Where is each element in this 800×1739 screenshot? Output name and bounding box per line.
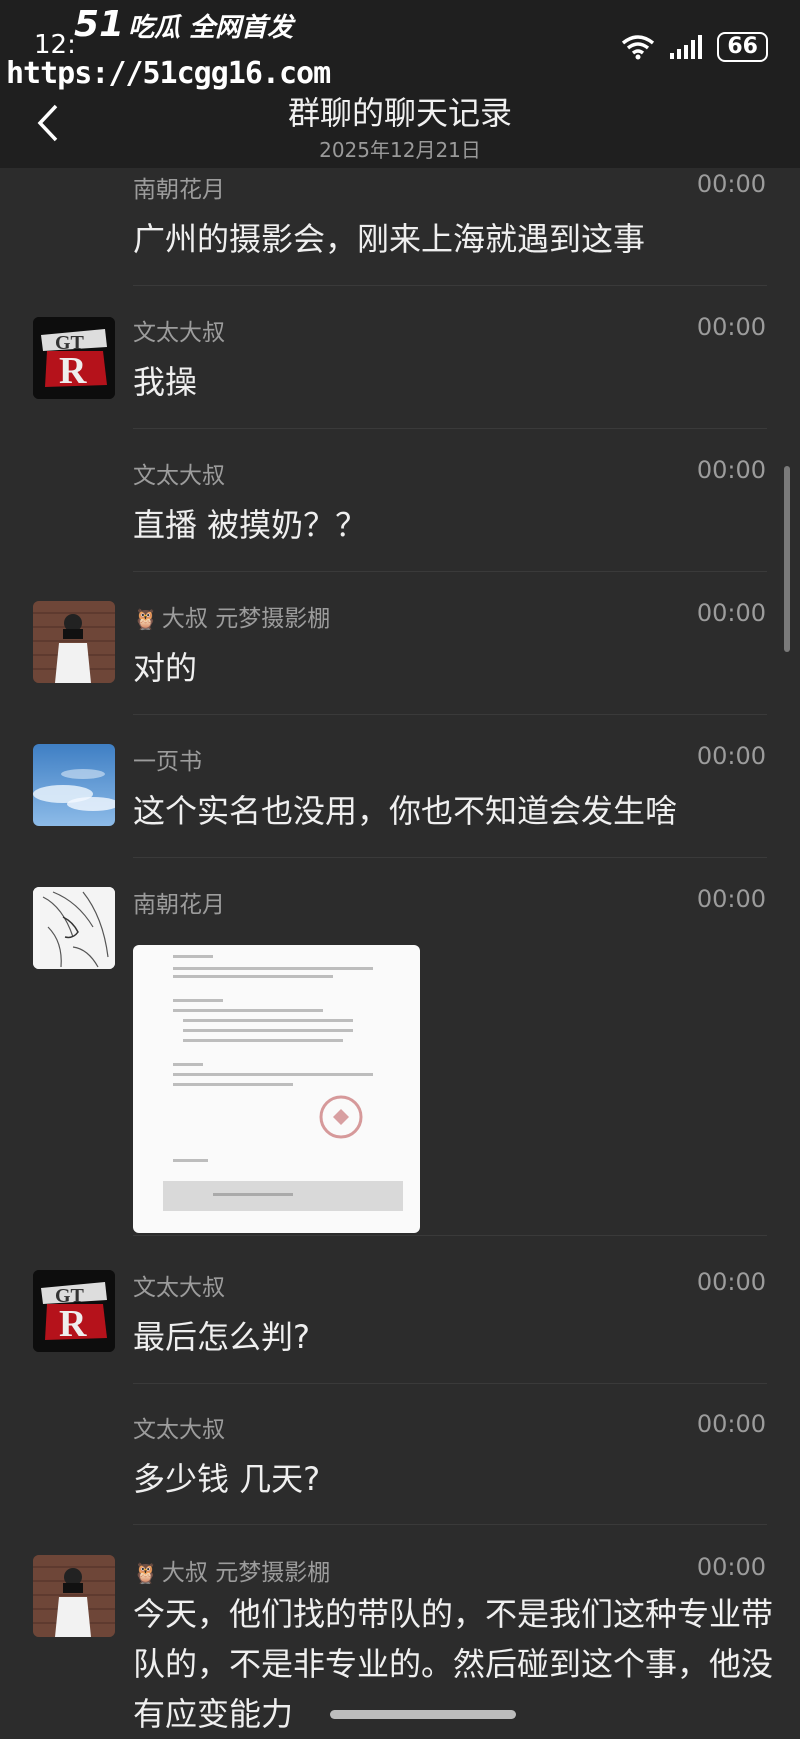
message-sender: 🦉 大叔 元梦摄影棚 bbox=[133, 606, 331, 632]
divider bbox=[133, 428, 767, 429]
message-item: 南朝花月 00:00 广州的摄影会，刚来上海就遇到这事 bbox=[0, 170, 800, 286]
page-title: 群聊的聊天记录 bbox=[287, 94, 512, 132]
message-text[interactable]: 这个实名也没用，你也不知道会发生啥 bbox=[133, 786, 677, 832]
message-sender: 南朝花月 bbox=[133, 892, 225, 918]
divider bbox=[133, 1383, 767, 1384]
avatar[interactable] bbox=[33, 1555, 115, 1637]
divider bbox=[133, 1235, 767, 1236]
svg-text:R: R bbox=[59, 350, 87, 392]
svg-text:R: R bbox=[59, 1303, 87, 1345]
message-time: 00:00 bbox=[696, 742, 766, 770]
message-sender: 南朝花月 bbox=[133, 177, 225, 203]
image-message[interactable] bbox=[133, 945, 420, 1233]
message-item: 文太大叔 00:00 直播 被摸奶？？ bbox=[0, 456, 800, 572]
battery-indicator: 66 bbox=[717, 32, 768, 62]
scrollbar[interactable] bbox=[784, 466, 790, 652]
message-item: 🦉 大叔 元梦摄影棚 00:00 对的 bbox=[0, 599, 800, 715]
avatar[interactable] bbox=[33, 601, 115, 683]
message-sender: 文太大叔 bbox=[133, 320, 225, 346]
message-text[interactable]: 直播 被摸奶？？ bbox=[133, 500, 367, 546]
divider bbox=[133, 571, 767, 572]
message-sender: 文太大叔 bbox=[133, 1417, 225, 1443]
message-sender: 文太大叔 bbox=[133, 463, 225, 489]
message-text[interactable]: 最后怎么判? bbox=[133, 1312, 310, 1358]
message-sender: 一页书 bbox=[133, 749, 202, 775]
avatar[interactable] bbox=[33, 744, 115, 826]
message-time: 00:00 bbox=[696, 599, 766, 627]
message-time: 00:00 bbox=[696, 885, 766, 913]
message-item: 南朝花月 00:00 bbox=[0, 885, 800, 1236]
divider bbox=[133, 285, 767, 286]
owl-icon: 🦉 bbox=[133, 607, 158, 631]
divider bbox=[133, 857, 767, 858]
message-item: 文太大叔 00:00 多少钱 几天? bbox=[0, 1410, 800, 1526]
signal-icon bbox=[670, 35, 703, 59]
message-item: 🦉 大叔 元梦摄影棚 00:00 今天，他们找的带队的，不是我们这种专业带队的，不… bbox=[0, 1553, 800, 1733]
top-bar: 12: 51 吃瓜 全网首发 https://51cgg16.com 66 群聊的… bbox=[0, 0, 800, 168]
wifi-icon bbox=[622, 35, 655, 60]
status-icons: 66 bbox=[621, 32, 768, 62]
watermark-url: https://51cgg16.com bbox=[6, 56, 331, 91]
message-sender: 🦉 大叔 元梦摄影棚 bbox=[133, 1560, 331, 1586]
avatar[interactable]: GT R bbox=[33, 317, 115, 399]
message-text[interactable]: 多少钱 几天? bbox=[133, 1454, 320, 1500]
owl-icon: 🦉 bbox=[133, 1561, 158, 1585]
message-item: GT R 文太大叔 00:00 最后怎么判? bbox=[0, 1268, 800, 1384]
home-indicator[interactable] bbox=[330, 1710, 516, 1719]
message-time: 00:00 bbox=[696, 1268, 766, 1296]
message-time: 00:00 bbox=[696, 313, 766, 341]
page-date: 2025年12月21日 bbox=[319, 138, 481, 162]
message-time: 00:00 bbox=[696, 170, 766, 198]
avatar[interactable] bbox=[33, 887, 115, 969]
watermark-logo: 51 吃瓜 全网首发 bbox=[74, 4, 294, 45]
message-item: GT R 文太大叔 00:00 我操 bbox=[0, 313, 800, 429]
message-text[interactable]: 我操 bbox=[133, 357, 197, 403]
divider bbox=[133, 1524, 767, 1525]
message-item: 一页书 00:00 这个实名也没用，你也不知道会发生啥 bbox=[0, 742, 800, 858]
divider bbox=[133, 714, 767, 715]
message-time: 00:00 bbox=[696, 456, 766, 484]
message-text[interactable]: 对的 bbox=[133, 643, 197, 689]
message-time: 00:00 bbox=[696, 1553, 766, 1581]
message-sender: 文太大叔 bbox=[133, 1275, 225, 1301]
avatar[interactable]: GT R bbox=[33, 1270, 115, 1352]
message-time: 00:00 bbox=[696, 1410, 766, 1438]
message-text[interactable]: 广州的摄影会，刚来上海就遇到这事 bbox=[133, 214, 645, 260]
